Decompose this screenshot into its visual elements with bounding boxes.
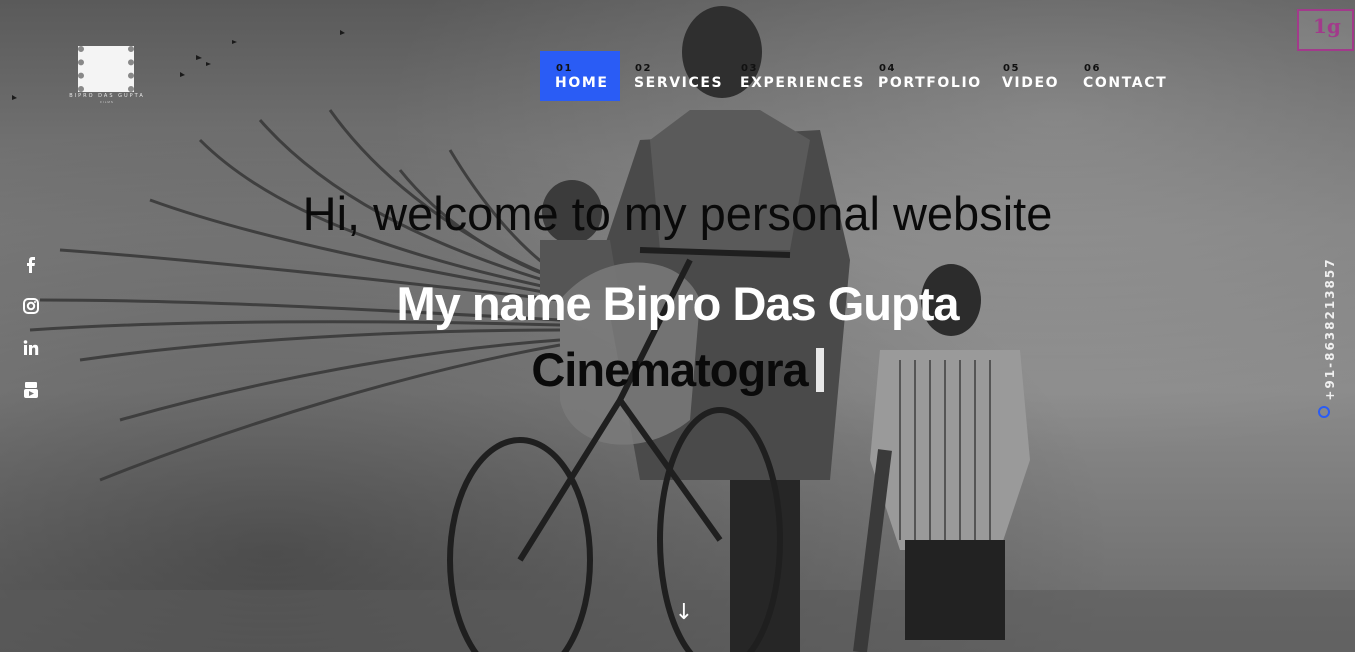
nav-label: VIDEO bbox=[1002, 75, 1060, 91]
nav-item-portfolio[interactable]: 04 PORTFOLIO bbox=[878, 51, 982, 101]
logo-subtext: FILMS bbox=[100, 100, 114, 104]
nav-item-experiences[interactable]: 03 EXPERIENCES bbox=[740, 51, 863, 101]
corner-badge[interactable]: 1g bbox=[1297, 9, 1354, 51]
film-strip-icon bbox=[78, 46, 134, 92]
typed-text-value: Cinematogra bbox=[531, 343, 808, 396]
nav-item-services[interactable]: 02 SERVICES bbox=[634, 51, 724, 101]
nav-number: 04 bbox=[879, 63, 896, 74]
badge-text: 1g bbox=[1313, 14, 1341, 38]
facebook-icon[interactable] bbox=[20, 254, 42, 274]
nav-number: 06 bbox=[1084, 63, 1101, 74]
birds-decoration bbox=[12, 30, 345, 100]
phone-number: +91-8638213857 bbox=[1323, 257, 1337, 401]
nav-label: CONTACT bbox=[1083, 75, 1168, 91]
name-heading: My name Bipro Das Gupta bbox=[396, 277, 960, 330]
nav-number: 01 bbox=[556, 63, 573, 74]
typing-cursor bbox=[815, 348, 824, 392]
nav-label: HOME bbox=[555, 75, 609, 91]
nav-item-home[interactable]: 01 HOME bbox=[540, 51, 620, 101]
circle-icon bbox=[1318, 406, 1330, 418]
logo-text: BIPRO DAS GUPTA bbox=[69, 93, 145, 99]
nav-number: 02 bbox=[635, 63, 652, 74]
nav-number: 03 bbox=[741, 63, 758, 74]
nav-label: SERVICES bbox=[634, 75, 724, 91]
hero-section: BIPRO DAS GUPTA FILMS 01 HOME 02 SERVICE… bbox=[0, 0, 1355, 652]
nav-label: EXPERIENCES bbox=[740, 75, 865, 91]
typed-text: Cinematogra bbox=[0, 342, 1355, 397]
welcome-heading: Hi, welcome to my personal website bbox=[302, 187, 1053, 240]
nav-item-contact[interactable]: 06 CONTACT bbox=[1083, 51, 1173, 101]
phone-contact[interactable]: +91-8638213857 bbox=[1318, 257, 1337, 424]
nav-item-video[interactable]: 05 VIDEO bbox=[1002, 51, 1066, 101]
nav-number: 05 bbox=[1003, 63, 1020, 74]
scroll-down-arrow-icon[interactable]: ↓ bbox=[674, 600, 694, 625]
site-logo[interactable]: BIPRO DAS GUPTA FILMS bbox=[66, 46, 148, 106]
nav-label: PORTFOLIO bbox=[878, 75, 982, 91]
